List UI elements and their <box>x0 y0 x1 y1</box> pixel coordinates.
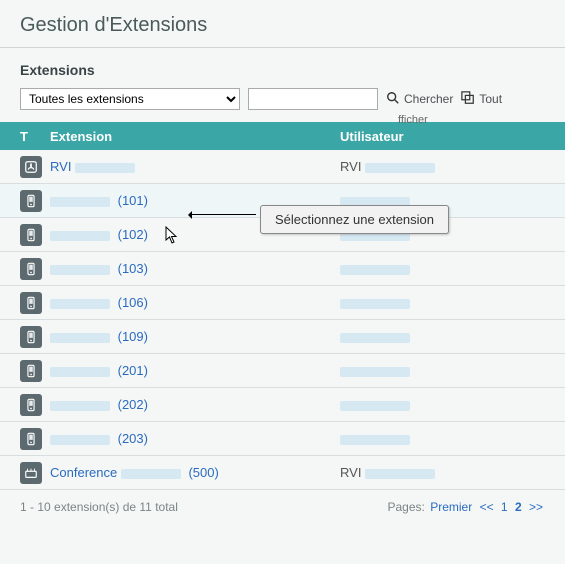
extension-link[interactable]: (201) <box>50 363 148 378</box>
blurred-text <box>75 163 135 173</box>
col-user[interactable]: Utilisateur <box>340 129 545 144</box>
table-header: T Extension Utilisateur <box>0 122 565 150</box>
phone-icon <box>20 428 42 450</box>
select-all-icon <box>461 91 475 108</box>
ivr-icon <box>20 156 42 178</box>
user-label: RVI <box>340 465 361 480</box>
user-cell: RVI <box>340 159 545 174</box>
blurred-text <box>121 469 181 479</box>
extension-link[interactable]: RVI <box>50 159 139 174</box>
search-input[interactable] <box>248 88 378 110</box>
extension-link[interactable]: (103) <box>50 261 148 276</box>
phone-icon <box>20 326 42 348</box>
filter-select[interactable]: Toutes les extensions <box>20 88 240 110</box>
show-all-button[interactable]: Tout <box>461 91 502 108</box>
table-row[interactable]: (201) <box>0 354 565 388</box>
blurred-text <box>50 197 110 207</box>
phone-icon <box>20 258 42 280</box>
user-cell <box>340 295 545 310</box>
table-row[interactable]: Conference (500) RVI <box>0 456 565 490</box>
blurred-text <box>365 163 435 173</box>
search-button-label: Chercher <box>404 92 453 106</box>
page-1[interactable]: 1 <box>501 500 508 514</box>
blurred-text <box>340 299 410 309</box>
extension-link[interactable]: (203) <box>50 431 148 446</box>
phone-icon <box>20 292 42 314</box>
table-footer: 1 - 10 extension(s) de 11 total Pages: P… <box>0 490 565 524</box>
blurred-text <box>50 265 110 275</box>
blurred-text <box>365 469 435 479</box>
extension-link[interactable]: Conference (500) <box>50 465 219 480</box>
table-row[interactable]: RVI RVI <box>0 150 565 184</box>
user-cell <box>340 363 545 378</box>
extension-link[interactable]: (202) <box>50 397 148 412</box>
show-all-label: Tout <box>479 92 502 106</box>
row-count: 1 - 10 extension(s) de 11 total <box>20 500 178 514</box>
blurred-text <box>340 367 410 377</box>
table-row[interactable]: (103) <box>0 252 565 286</box>
page-prev[interactable]: << <box>480 500 494 514</box>
pagination: Pages: Premier << 1 2 >> <box>388 500 546 514</box>
hint-arrow <box>190 214 256 215</box>
extension-number: (102) <box>118 227 148 242</box>
user-cell <box>340 431 545 446</box>
hint-tooltip: Sélectionnez une extension <box>260 205 449 234</box>
afficher-label: fficher <box>398 114 428 126</box>
blurred-text <box>340 333 410 343</box>
search-icon <box>386 91 400 108</box>
extension-number: (103) <box>118 261 148 276</box>
page-2[interactable]: 2 <box>515 500 522 514</box>
user-cell <box>340 261 545 276</box>
extension-link[interactable]: (102) <box>50 227 148 242</box>
extension-number: (106) <box>118 295 148 310</box>
extension-number: (201) <box>118 363 148 378</box>
table-row[interactable]: (109) <box>0 320 565 354</box>
user-label: RVI <box>340 159 361 174</box>
table-row[interactable]: (203) <box>0 422 565 456</box>
phone-icon <box>20 394 42 416</box>
blurred-text <box>50 435 110 445</box>
section-title: Extensions <box>0 48 565 86</box>
extension-label: Conference <box>50 465 117 480</box>
table-row[interactable]: (106) <box>0 286 565 320</box>
user-cell: RVI <box>340 465 545 480</box>
page-title: Gestion d'Extensions <box>0 0 565 48</box>
blurred-text <box>340 401 410 411</box>
blurred-text <box>50 367 110 377</box>
extension-label: RVI <box>50 159 71 174</box>
extension-number: (101) <box>118 193 148 208</box>
page-next[interactable]: >> <box>529 500 543 514</box>
search-button[interactable]: Chercher <box>386 91 453 108</box>
col-type[interactable]: T <box>20 129 50 144</box>
table-row[interactable]: (202) <box>0 388 565 422</box>
col-extension[interactable]: Extension <box>50 129 340 144</box>
extension-link[interactable]: (109) <box>50 329 148 344</box>
extension-number: (203) <box>118 431 148 446</box>
extension-number: (109) <box>118 329 148 344</box>
page-first[interactable]: Premier <box>430 500 472 514</box>
extension-number: (500) <box>188 465 218 480</box>
extension-number: (202) <box>118 397 148 412</box>
phone-icon <box>20 190 42 212</box>
user-cell <box>340 329 545 344</box>
blurred-text <box>340 435 410 445</box>
toolbar: Toutes les extensions Chercher Tout <box>0 86 565 122</box>
user-cell <box>340 397 545 412</box>
blurred-text <box>50 231 110 241</box>
blurred-text <box>50 299 110 309</box>
phone-icon <box>20 224 42 246</box>
extension-link[interactable]: (106) <box>50 295 148 310</box>
extension-link[interactable]: (101) <box>50 193 148 208</box>
blurred-text <box>50 333 110 343</box>
conference-icon <box>20 462 42 484</box>
blurred-text <box>50 401 110 411</box>
pages-label: Pages: <box>388 500 425 514</box>
blurred-text <box>340 265 410 275</box>
cursor-icon <box>165 226 179 244</box>
phone-icon <box>20 360 42 382</box>
extensions-table: T Extension Utilisateur RVI RVI (101) (1… <box>0 122 565 490</box>
